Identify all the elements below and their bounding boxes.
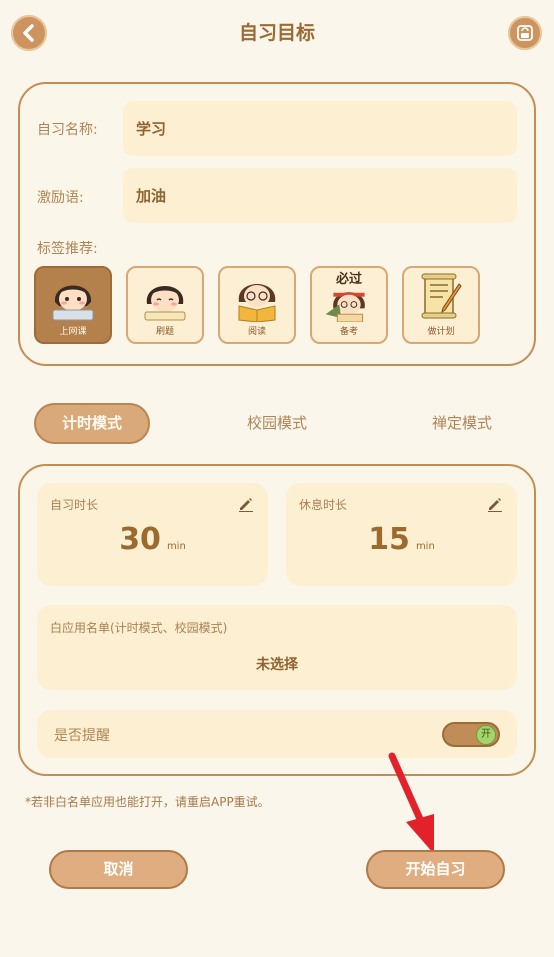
lock-screen-icon [517, 25, 533, 41]
reminder-toggle[interactable]: 开 [442, 722, 500, 747]
rest-unit: min [415, 541, 435, 552]
lock-screen-button[interactable] [508, 16, 542, 50]
name-label: 自习名称: [37, 122, 98, 138]
whitelist-label: 白应用名单(计时模式、校园模式) [50, 621, 228, 635]
tag-label: 备考 [339, 327, 358, 337]
whitelist-note: *若非白名单应用也能打开，请重启APP重试。 [25, 795, 270, 809]
pencil-icon[interactable] [238, 496, 254, 512]
study-duration-value: 30 min [37, 522, 268, 557]
whitelist-value: 未选择 [256, 657, 298, 673]
girl-reading-icon [238, 284, 276, 322]
tab-timer-mode[interactable]: 计时模式 [34, 403, 150, 444]
tab-zen-mode[interactable]: 禅定模式 [404, 403, 520, 444]
tag-exam-prep[interactable]: 必过 备考 [310, 266, 388, 344]
girl-exam-icon [325, 292, 365, 322]
tag-planning[interactable]: 做计划 [402, 266, 480, 344]
tab-campus-mode[interactable]: 校园模式 [219, 403, 335, 444]
study-duration-label: 自习时长 [50, 498, 99, 512]
page-title: 自习目标 [238, 22, 315, 44]
tag-label: 上网课 [59, 327, 87, 337]
tag-practice[interactable]: 刷题 [126, 266, 204, 344]
name-input[interactable]: 学习 [123, 101, 517, 156]
tag-online-class[interactable]: 上网课 [34, 266, 112, 344]
girl-studying-icon [144, 286, 186, 321]
pencil-icon[interactable] [487, 496, 503, 512]
whitelist-box[interactable] [37, 605, 517, 690]
start-study-button[interactable]: 开始自习 [366, 850, 505, 889]
rest-duration-value: 15 min [286, 522, 517, 557]
cancel-button[interactable]: 取消 [49, 850, 188, 889]
tag-label: 阅读 [247, 327, 266, 337]
motto-input[interactable]: 加油 [123, 168, 517, 223]
toggle-knob: 开 [476, 725, 496, 745]
study-minutes: 30 [119, 522, 161, 557]
scroll-pencil-icon [421, 273, 462, 319]
study-unit: min [166, 541, 186, 552]
tag-reading[interactable]: 阅读 [218, 266, 296, 344]
tag-label: 刷题 [155, 327, 174, 337]
girl-laptop-icon [52, 285, 94, 321]
reminder-label: 是否提醒 [54, 728, 110, 744]
rest-minutes: 15 [368, 522, 410, 557]
annotation-arrow [388, 752, 434, 854]
tags-label: 标签推荐: [37, 241, 98, 257]
motto-label: 激励语: [37, 190, 84, 206]
rest-duration-label: 休息时长 [299, 498, 348, 512]
tag-label: 做计划 [427, 327, 455, 337]
toggle-on-label: 开 [481, 729, 491, 740]
